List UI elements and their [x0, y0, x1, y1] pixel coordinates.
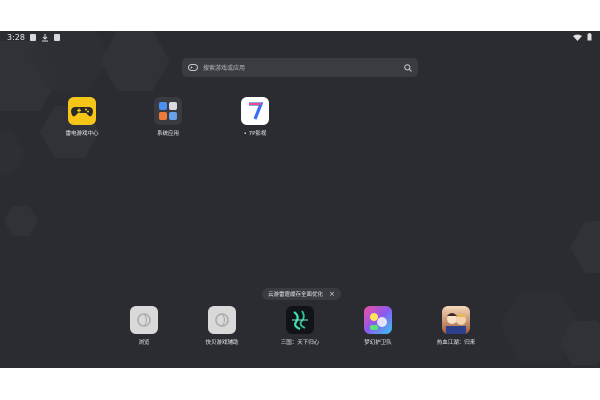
- dock-item-guard-game[interactable]: 梦幻护卫队: [343, 306, 413, 346]
- tooltip-text: 云游雷霆缓存全面优化: [268, 292, 324, 298]
- search-icon[interactable]: [404, 63, 412, 72]
- jianghu-game-icon: [442, 306, 470, 334]
- status-time: 3:28: [7, 33, 25, 42]
- app-label: 系统应用: [156, 131, 179, 137]
- browser-icon: [130, 306, 158, 334]
- helper-icon: [208, 306, 236, 334]
- status-bar: 3:28: [0, 31, 600, 45]
- search-bar[interactable]: 搜索游戏或应用: [182, 58, 418, 77]
- download-icon: [42, 34, 48, 42]
- app-label: • 7P影视: [243, 131, 267, 137]
- folder-icon: [154, 97, 182, 125]
- app-system-folder[interactable]: 系统应用: [133, 97, 203, 137]
- dock-item-browser[interactable]: 浏览: [109, 306, 179, 346]
- gamepad-icon: [188, 64, 198, 71]
- dock-item-sanguo-game[interactable]: 三国：天下归心: [265, 306, 335, 346]
- notification-icon: [54, 34, 60, 41]
- home-screen: 3:28 搜索游戏或应用 雷电游戏中心 系统应用 • 7P影视 云游雷霆缓存全面…: [0, 31, 600, 368]
- gamepad-icon: [68, 97, 96, 125]
- wifi-icon: [573, 34, 582, 41]
- dock-tooltip: 云游雷霆缓存全面优化 ×: [262, 288, 341, 300]
- app-label: 梦幻护卫队: [364, 340, 392, 346]
- close-icon[interactable]: ×: [329, 290, 335, 298]
- app-7p-video[interactable]: • 7P影视: [220, 97, 290, 137]
- background-hexagon: [0, 131, 25, 175]
- notification-icons: [30, 34, 60, 42]
- app-label: 浏览: [138, 340, 150, 346]
- app-label: 三国：天下归心: [280, 340, 320, 346]
- dock-item-helper[interactable]: 快贝游戏辅助: [187, 306, 257, 346]
- app-label: 快贝游戏辅助: [205, 340, 239, 346]
- background-hexagon: [570, 221, 600, 273]
- dock-item-jianghu-game[interactable]: 热血江湖：归来: [421, 306, 491, 346]
- system-icons: [573, 33, 592, 41]
- battery-icon: [587, 33, 592, 41]
- app-game-center[interactable]: 雷电游戏中心: [47, 97, 117, 137]
- sanguo-game-icon: [286, 306, 314, 334]
- background-hexagon: [4, 206, 38, 236]
- video-7p-icon: [241, 97, 269, 125]
- notification-icon: [30, 34, 36, 41]
- search-input[interactable]: 搜索游戏或应用: [203, 63, 404, 72]
- app-label: 热血江湖：归来: [436, 340, 476, 346]
- app-label: 雷电游戏中心: [65, 131, 99, 137]
- guard-game-icon: [364, 306, 392, 334]
